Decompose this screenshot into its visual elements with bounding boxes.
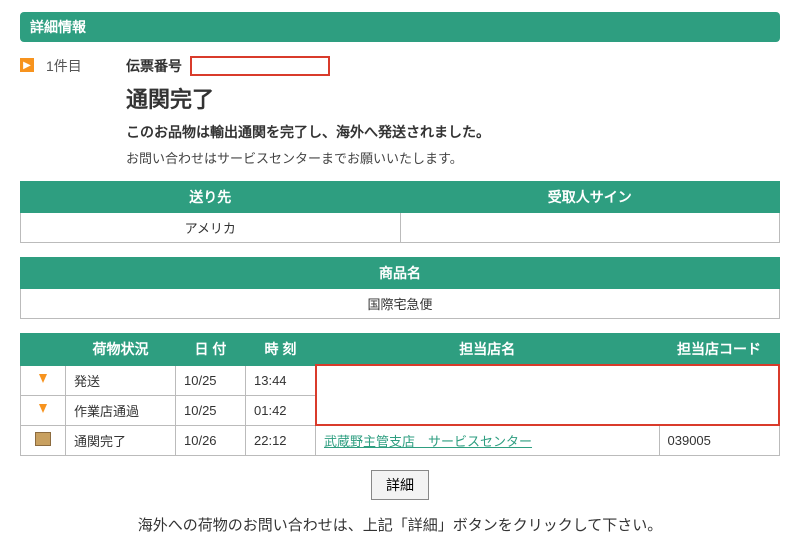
product-header: 商品名 bbox=[21, 258, 780, 289]
track-header-1: 荷物状況 bbox=[66, 334, 176, 366]
package-arrow-icon bbox=[21, 395, 66, 425]
product-value: 国際宅急便 bbox=[21, 289, 780, 319]
store-link[interactable]: 武蔵野主管支店 サービスセンター bbox=[324, 434, 532, 449]
slip-number-value bbox=[190, 56, 330, 76]
status-description: このお品物は輸出通関を完了し、海外へ発送されました。 bbox=[126, 122, 780, 142]
track-header-2: 日 付 bbox=[176, 334, 246, 366]
redacted-store-block bbox=[316, 365, 780, 425]
status-note: お問い合わせはサービスセンターまでお願いいたします。 bbox=[126, 148, 780, 167]
detail-button[interactable]: 詳細 bbox=[371, 470, 429, 500]
package-arrow-icon bbox=[21, 365, 66, 395]
slip-number-label: 伝票番号 bbox=[126, 56, 182, 76]
track-header-3: 時 刻 bbox=[246, 334, 316, 366]
track-status: 通関完了 bbox=[66, 425, 176, 456]
destination-table: 送り先 受取人サイン アメリカ bbox=[20, 181, 780, 243]
tracking-table: 荷物状況日 付時 刻担当店名担当店コード 発送10/2513:44 作業店通過1… bbox=[20, 333, 780, 456]
track-status: 作業店通過 bbox=[66, 395, 176, 425]
package-box-icon bbox=[21, 425, 66, 456]
item-arrow-icon: ▶ bbox=[20, 58, 34, 72]
dest-value-2 bbox=[400, 213, 780, 243]
track-header-5: 担当店コード bbox=[659, 334, 779, 366]
track-time: 13:44 bbox=[246, 365, 316, 395]
track-header-4: 担当店名 bbox=[316, 334, 660, 366]
track-header-0 bbox=[21, 334, 66, 366]
dest-header-1: 送り先 bbox=[21, 182, 401, 213]
dest-value-1: アメリカ bbox=[21, 213, 401, 243]
track-status: 発送 bbox=[66, 365, 176, 395]
item-block: ▶ 1件目 伝票番号 通関完了 このお品物は輸出通関を完了し、海外へ発送されまし… bbox=[20, 56, 780, 167]
item-count: 1件目 bbox=[46, 56, 126, 76]
footer-note: 海外への荷物のお問い合わせは、上記「詳細」ボタンをクリックして下さい。 bbox=[20, 514, 780, 535]
dest-header-2: 受取人サイン bbox=[400, 182, 780, 213]
table-row: 発送10/2513:44 bbox=[21, 365, 780, 395]
track-date: 10/25 bbox=[176, 395, 246, 425]
track-store: 武蔵野主管支店 サービスセンター bbox=[316, 425, 660, 456]
product-table: 商品名 国際宅急便 bbox=[20, 257, 780, 319]
track-time: 22:12 bbox=[246, 425, 316, 456]
table-row: 通関完了10/2622:12 武蔵野主管支店 サービスセンター 039005 bbox=[21, 425, 780, 456]
track-date: 10/25 bbox=[176, 365, 246, 395]
track-time: 01:42 bbox=[246, 395, 316, 425]
section-header: 詳細情報 bbox=[20, 12, 780, 42]
track-code: 039005 bbox=[659, 425, 779, 456]
track-date: 10/26 bbox=[176, 425, 246, 456]
status-title: 通関完了 bbox=[126, 82, 780, 114]
